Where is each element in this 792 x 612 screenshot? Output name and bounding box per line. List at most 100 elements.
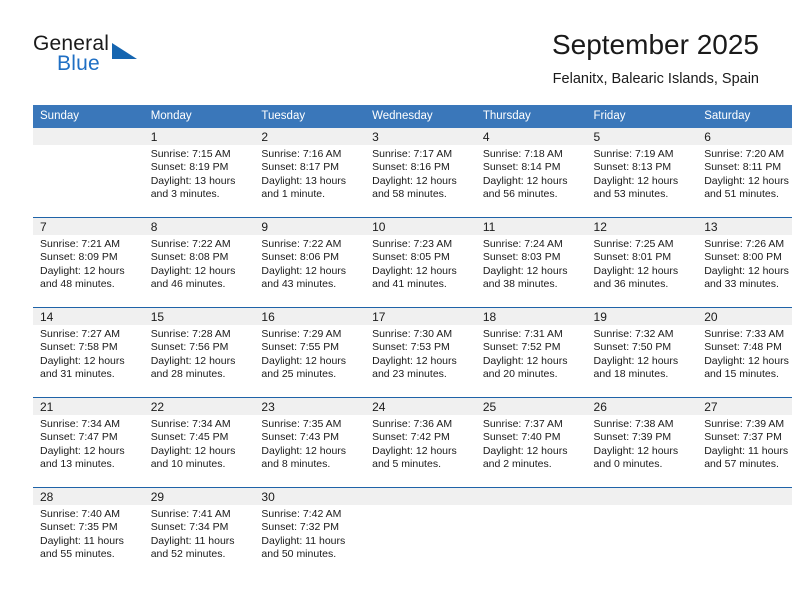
day-number: 13 [697,218,792,235]
day-details: Sunrise: 7:18 AM Sunset: 8:14 PM Daylight:… [476,145,587,202]
calendar-day-cell[interactable]: 24 Sunrise: 7:36 AM Sunset: 7:42 PM Dayligh… [365,397,476,488]
day-detail-daylight-2: and 5 minutes. [372,458,441,471]
calendar-week-row: 21 Sunrise: 7:34 AM Sunset: 7:47 PM Dayligh… [33,397,792,488]
day-details: Sunrise: 7:19 AM Sunset: 8:13 PM Daylight:… [587,145,698,202]
calendar-day-cell[interactable]: 3 Sunrise: 7:17 AM Sunset: 8:16 PM Daylight… [365,128,476,218]
calendar-day-cell[interactable]: 16 Sunrise: 7:29 AM Sunset: 7:55 PM Dayligh… [254,307,366,398]
calendar-day-cell[interactable]: 18 Sunrise: 7:31 AM Sunset: 7:52 PM Dayligh… [475,307,587,398]
calendar-day-cell[interactable]: 8 Sunrise: 7:22 AM Sunset: 8:08 PM Daylight… [143,217,255,308]
day-detail-sunrise: Sunrise: 7:17 AM [372,148,453,160]
calendar-day-cell[interactable]: 22 Sunrise: 7:34 AM Sunset: 7:45 PM Dayligh… [143,397,255,488]
calendar-day-cell[interactable]: 21 Sunrise: 7:34 AM Sunset: 7:47 PM Dayligh… [33,397,144,488]
day-detail-daylight-1: Daylight: 12 hours [704,264,789,277]
day-details [587,505,698,508]
day-detail-daylight-1: Daylight: 11 hours [150,534,235,547]
day-number: 3 [365,128,476,145]
day-detail-sunrise: Sunrise: 7:26 AM [704,238,785,250]
day-detail-sunset: Sunset: 7:53 PM [372,341,450,354]
day-detail-sunrise: Sunrise: 7:31 AM [482,328,563,340]
calendar-day-cell[interactable]: 12 Sunrise: 7:25 AM Sunset: 8:01 PM Dayligh… [586,217,698,308]
day-detail-daylight-2: and 57 minutes. [704,458,779,471]
day-detail-daylight-1: Daylight: 12 hours [40,444,125,457]
day-detail-sunrise: Sunrise: 7:15 AM [150,148,231,160]
calendar-day-cell[interactable]: 4 Sunrise: 7:18 AM Sunset: 8:14 PM Daylight… [475,128,587,218]
calendar-day-cell[interactable]: 30 Sunrise: 7:42 AM Sunset: 7:32 PM Dayligh… [254,487,366,577]
calendar-day-cell[interactable]: 7 Sunrise: 7:21 AM Sunset: 8:09 PM Daylight… [33,217,144,308]
calendar-day-cell[interactable]: 29 Sunrise: 7:41 AM Sunset: 7:34 PM Dayligh… [143,487,255,577]
calendar-day-cell[interactable]: 27 Sunrise: 7:39 AM Sunset: 7:37 PM Dayligh… [697,397,792,488]
day-detail-sunset: Sunset: 8:06 PM [261,251,340,264]
day-detail-daylight-1: Daylight: 12 hours [150,354,236,367]
day-detail-daylight-2: and 53 minutes. [593,188,669,201]
day-detail-daylight-2: and 56 minutes. [482,188,558,201]
day-number: 9 [254,218,366,235]
calendar-day-cell[interactable]: 25 Sunrise: 7:37 AM Sunset: 7:40 PM Dayligh… [475,397,587,488]
day-number: 1 [143,128,255,145]
day-number: 12 [586,218,698,235]
day-detail-sunset: Sunset: 7:32 PM [261,521,340,534]
day-detail-daylight-1: Daylight: 12 hours [593,264,679,277]
calendar-week-row: 28 Sunrise: 7:40 AM Sunset: 7:35 PM Dayligh… [33,487,792,577]
day-number: 29 [143,488,255,505]
calendar-day-cell[interactable]: 5 Sunrise: 7:19 AM Sunset: 8:13 PM Daylight… [586,128,698,218]
day-detail-sunrise: Sunrise: 7:21 AM [40,238,120,250]
day-details: Sunrise: 7:29 AM Sunset: 7:55 PM Daylight:… [254,325,365,382]
calendar-day-cell[interactable]: 1 Sunrise: 7:15 AM Sunset: 8:19 PM Daylight… [143,128,255,218]
day-number: 16 [254,308,366,325]
calendar-day-cell[interactable]: 13 Sunrise: 7:26 AM Sunset: 8:00 PM Dayligh… [697,217,792,308]
calendar-day-cell[interactable]: 17 Sunrise: 7:30 AM Sunset: 7:53 PM Dayligh… [365,307,476,398]
weekday-header-sunday: Sunday [33,105,144,128]
day-detail-daylight-1: Daylight: 12 hours [150,264,236,277]
day-number: 14 [33,308,144,325]
day-detail-sunset: Sunset: 8:14 PM [482,161,561,174]
day-detail-daylight-2: and 3 minutes. [150,188,220,201]
calendar-day-cell[interactable]: 19 Sunrise: 7:32 AM Sunset: 7:50 PM Dayligh… [586,307,698,398]
calendar-day-cell[interactable]: 10 Sunrise: 7:23 AM Sunset: 8:05 PM Dayligh… [365,217,476,308]
day-details: Sunrise: 7:23 AM Sunset: 8:05 PM Daylight:… [365,235,476,292]
calendar-day-cell[interactable]: 20 Sunrise: 7:33 AM Sunset: 7:48 PM Dayligh… [697,307,792,398]
brand-logo[interactable]: General Blue [33,32,153,80]
day-number: 5 [586,128,698,145]
day-detail-sunset: Sunset: 7:35 PM [40,521,118,534]
calendar-day-cell[interactable]: 28 Sunrise: 7:40 AM Sunset: 7:35 PM Dayligh… [33,487,144,577]
triangle-icon [112,43,137,59]
day-detail-daylight-1: Daylight: 12 hours [372,174,457,187]
day-detail-sunrise: Sunrise: 7:27 AM [40,328,120,340]
day-detail-daylight-1: Daylight: 12 hours [372,354,457,367]
day-detail-sunset: Sunset: 7:40 PM [482,431,561,444]
day-detail-daylight-1: Daylight: 11 hours [261,534,346,547]
day-detail-sunset: Sunset: 8:16 PM [372,161,450,174]
calendar-day-cell[interactable]: 26 Sunrise: 7:38 AM Sunset: 7:39 PM Dayligh… [586,397,698,488]
day-detail-sunset: Sunset: 7:50 PM [593,341,672,354]
day-detail-sunrise: Sunrise: 7:22 AM [150,238,231,250]
calendar-day-cell[interactable]: 6 Sunrise: 7:20 AM Sunset: 8:11 PM Daylight… [697,128,792,218]
day-details: Sunrise: 7:27 AM Sunset: 7:58 PM Daylight:… [33,325,144,382]
calendar-day-cell[interactable]: 9 Sunrise: 7:22 AM Sunset: 8:06 PM Daylight… [254,217,366,308]
day-detail-daylight-1: Daylight: 13 hours [261,174,347,187]
day-detail-sunrise: Sunrise: 7:20 AM [704,148,785,160]
day-detail-daylight-1: Daylight: 12 hours [482,354,568,367]
calendar-day-cell[interactable]: 23 Sunrise: 7:35 AM Sunset: 7:43 PM Dayligh… [254,397,366,488]
day-number: 21 [33,398,144,415]
day-detail-sunrise: Sunrise: 7:30 AM [372,328,453,340]
day-detail-daylight-2: and 10 minutes. [150,458,226,471]
day-detail-sunset: Sunset: 7:47 PM [40,431,118,444]
day-details: Sunrise: 7:17 AM Sunset: 8:16 PM Daylight:… [365,145,476,202]
day-detail-sunset: Sunset: 8:17 PM [261,161,340,174]
calendar-day-cell[interactable]: 11 Sunrise: 7:24 AM Sunset: 8:03 PM Dayligh… [475,217,587,308]
day-detail-daylight-2: and 58 minutes. [372,188,447,201]
day-detail-daylight-1: Daylight: 12 hours [593,174,679,187]
calendar-day-cell[interactable]: 2 Sunrise: 7:16 AM Sunset: 8:17 PM Daylight… [254,128,366,218]
day-detail-daylight-1: Daylight: 12 hours [482,264,568,277]
calendar-day-cell[interactable]: 15 Sunrise: 7:28 AM Sunset: 7:56 PM Dayligh… [143,307,255,398]
day-detail-daylight-2: and 18 minutes. [593,368,669,381]
day-detail-daylight-2: and 13 minutes. [40,458,115,471]
day-detail-sunrise: Sunrise: 7:39 AM [704,418,785,430]
calendar-day-cell-empty [475,487,587,577]
day-details: Sunrise: 7:40 AM Sunset: 7:35 PM Daylight:… [33,505,144,562]
calendar-day-cell[interactable]: 14 Sunrise: 7:27 AM Sunset: 7:58 PM Dayligh… [33,307,144,398]
day-detail-daylight-2: and 33 minutes. [704,278,779,291]
day-detail-sunset: Sunset: 7:37 PM [704,431,782,444]
weekday-header-thursday: Thursday [475,105,587,128]
day-detail-daylight-2: and 0 minutes. [593,458,663,471]
